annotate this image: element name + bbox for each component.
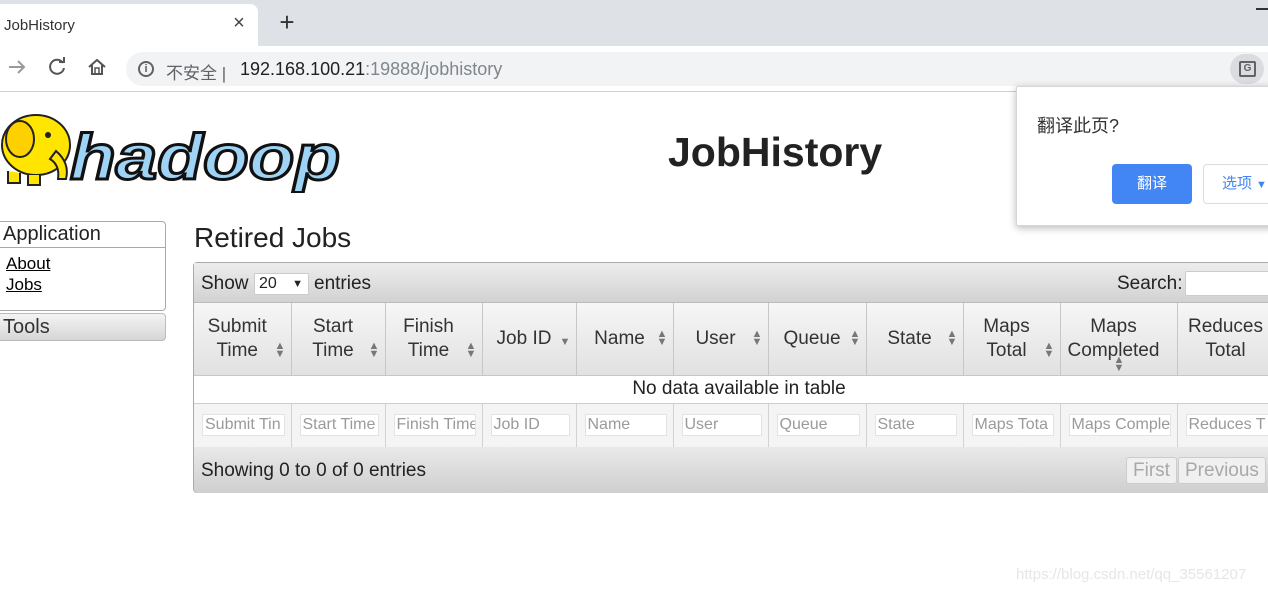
- jobs-table: Submit Time ▲ ▼ Start Time ▲ ▼ Finish Time ▲ ▼…: [194, 303, 1268, 448]
- minimize-icon[interactable]: [1256, 8, 1268, 10]
- column-header-maps-completed[interactable]: Maps Completed ▲ ▼: [1060, 303, 1178, 376]
- empty-row: No data available in table: [194, 375, 1268, 404]
- filter-queue[interactable]: Queue: [776, 414, 860, 436]
- table-toolbar: Show 20 ▼ entries Search:: [194, 263, 1268, 303]
- search-label: Search:: [1117, 273, 1183, 294]
- column-header-reduces-total[interactable]: Reduces Total▲▼: [1177, 303, 1268, 376]
- sort-icon: ▲ ▼: [368, 339, 380, 360]
- column-header-maps-total[interactable]: Maps Total ▲ ▼: [963, 303, 1061, 376]
- search-input[interactable]: [1185, 271, 1268, 296]
- info-icon[interactable]: i: [138, 61, 154, 77]
- pager-first-button[interactable]: First: [1126, 457, 1177, 484]
- new-tab-icon[interactable]: +: [274, 9, 300, 36]
- translate-icon[interactable]: G: [1230, 54, 1264, 84]
- close-tab-icon[interactable]: ×: [229, 13, 249, 33]
- sidebar-tools[interactable]: Tools: [0, 313, 166, 341]
- sort-icon: ▲ ▼: [1113, 353, 1125, 374]
- chevron-down-icon: ▼: [1256, 179, 1267, 191]
- column-header-submit-time[interactable]: Submit Time ▲ ▼: [194, 303, 292, 376]
- options-button[interactable]: 选项 ▼: [1203, 164, 1268, 204]
- column-header-finish-time[interactable]: Finish Time ▲ ▼: [385, 303, 483, 376]
- show-label: Show: [201, 273, 249, 294]
- filter-finish-time[interactable]: Finish Time: [393, 414, 476, 436]
- filter-job-id[interactable]: Job ID: [490, 414, 570, 436]
- forward-icon[interactable]: [4, 56, 30, 82]
- column-header-name[interactable]: Name ▲ ▼: [576, 303, 674, 376]
- jobs-table-wrapper: Show 20 ▼ entries Search: Submit Time ▲ ▼ S…: [193, 262, 1268, 493]
- column-header-queue[interactable]: Queue ▲ ▼: [768, 303, 867, 376]
- filter-maps-total[interactable]: Maps Tota: [971, 414, 1054, 436]
- sort-icon: ▲ ▼: [849, 327, 861, 348]
- watermark: https://blog.csdn.net/qq_35561207: [1016, 566, 1247, 583]
- reload-icon[interactable]: [44, 56, 70, 82]
- column-header-job-id[interactable]: Job ID ▼: [482, 303, 577, 376]
- home-icon[interactable]: [84, 56, 110, 82]
- entries-label: entries: [314, 273, 372, 294]
- page-length-select[interactable]: 20 ▼: [254, 273, 309, 295]
- security-label: 不安全 |: [166, 64, 227, 83]
- sidebar-application-header[interactable]: Application: [0, 222, 165, 248]
- svg-text:hadoop: hadoop: [70, 121, 340, 193]
- section-title: Retired Jobs: [194, 222, 352, 253]
- pager-previous-button[interactable]: Previous: [1178, 457, 1266, 484]
- filter-maps-completed[interactable]: Maps Comple: [1068, 414, 1171, 436]
- table-info: Showing 0 to 0 of 0 entries: [201, 460, 426, 481]
- filter-user[interactable]: User: [681, 414, 762, 436]
- table-footer: Showing 0 to 0 of 0 entries First Previo…: [194, 447, 1268, 493]
- sort-icon: ▲ ▼: [274, 339, 286, 360]
- sidebar-link-about[interactable]: About: [6, 253, 165, 274]
- column-header-state[interactable]: State ▲ ▼: [866, 303, 964, 376]
- translate-question: 翻译此页?: [1037, 116, 1120, 136]
- hadoop-logo[interactable]: hadoop: [0, 101, 344, 195]
- filter-state[interactable]: State: [874, 414, 957, 436]
- column-header-start-time[interactable]: Start Time ▲ ▼: [291, 303, 386, 376]
- filter-start-time[interactable]: Start Time: [299, 414, 379, 436]
- sort-icon: ▲ ▼: [465, 339, 477, 360]
- browser-tab[interactable]: JobHistory ×: [0, 4, 258, 46]
- filter-reduces-total[interactable]: Reduces T: [1185, 414, 1268, 436]
- url-text[interactable]: 192.168.100.21:19888/jobhistory: [240, 59, 502, 80]
- chevron-down-icon: ▼: [292, 278, 303, 290]
- sort-icon: ▲ ▼: [946, 327, 958, 348]
- sort-icon: ▲ ▼: [1043, 339, 1055, 360]
- sort-icon: ▲ ▼: [656, 327, 668, 348]
- translate-popup: 翻译此页? 翻译 选项 ▼: [1016, 86, 1268, 226]
- sidebar-link-jobs[interactable]: Jobs: [6, 274, 165, 295]
- column-header-user[interactable]: User ▲ ▼: [673, 303, 769, 376]
- filter-row: Submit Tin Start Time Finish Time Job ID…: [194, 403, 1268, 448]
- address-bar[interactable]: i 不安全 | 192.168.100.21:19888/jobhistory: [126, 52, 1268, 86]
- empty-message: No data available in table: [194, 375, 1268, 404]
- sidebar-application: Application About Jobs: [0, 221, 166, 311]
- sort-desc-icon: ▼: [559, 335, 571, 348]
- filter-submit-time[interactable]: Submit Tin: [202, 414, 285, 436]
- translate-button[interactable]: 翻译: [1112, 164, 1192, 204]
- sort-icon: ▲ ▼: [751, 327, 763, 348]
- tab-title: JobHistory: [4, 17, 75, 34]
- page-title: JobHistory: [668, 129, 883, 175]
- tab-strip: JobHistory × +: [0, 0, 1268, 46]
- filter-name[interactable]: Name: [584, 414, 667, 436]
